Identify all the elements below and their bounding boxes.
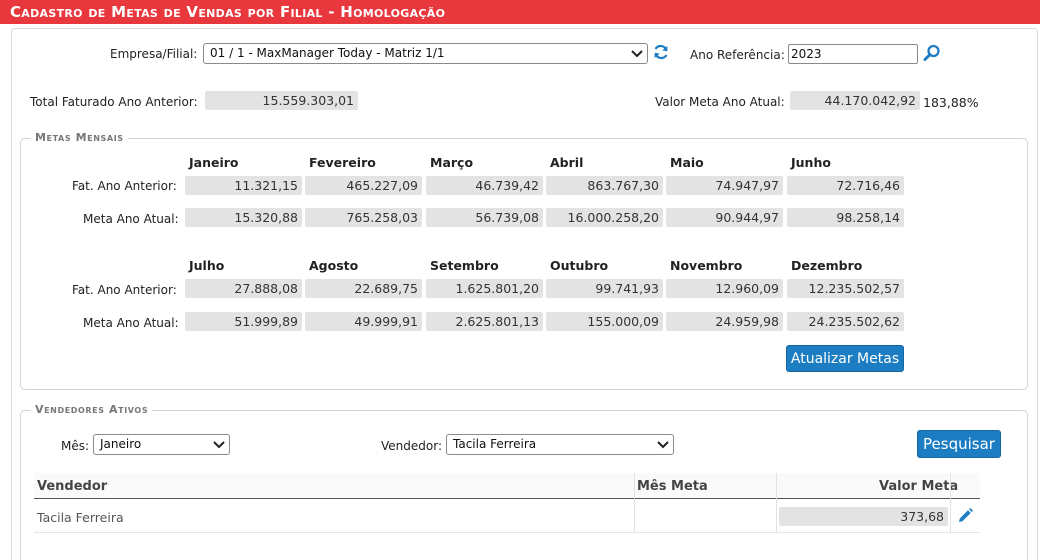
column-header-vendedor[interactable]: Vendedor [37, 479, 107, 494]
total-faturado-label: Total Faturado Ano Anterior: [30, 95, 198, 109]
month-header: Fevereiro [309, 155, 376, 170]
meta-ano-atual-value: 56.739,08 [426, 208, 543, 227]
meta-ano-atual-value: 90.944,97 [666, 208, 783, 227]
month-header: Agosto [309, 258, 359, 273]
meta-ano-atual-value: 15.320,88 [185, 208, 302, 227]
meta-ano-atual-value: 155.000,09 [546, 312, 663, 331]
ano-label: Ano Referência: [690, 48, 785, 62]
meta-ano-atual-value: 49.999,91 [305, 312, 422, 331]
meta-ano-atual-value: 765.258,03 [305, 208, 422, 227]
month-header: Novembro [670, 258, 743, 273]
meta-ano-atual-value: 24.959,98 [666, 312, 783, 331]
fat-ano-anterior-value: 1.625.801,20 [426, 279, 543, 298]
month-header: Outubro [550, 258, 609, 273]
month-header: Setembro [430, 258, 499, 273]
meta-ano-atual-value: 98.258,14 [787, 208, 904, 227]
vendedor-select[interactable]: Tacila Ferreira [446, 434, 674, 455]
fat-ano-anterior-value: 74.947,97 [666, 176, 783, 195]
chevron-down-icon [657, 441, 669, 449]
fat-ano-anterior-value: 99.741,93 [546, 279, 663, 298]
fat-ano-anterior-value: 46.739,42 [426, 176, 543, 195]
mes-select-value: Janeiro [100, 437, 142, 451]
table-header [34, 473, 980, 498]
pencil-icon[interactable] [956, 507, 974, 525]
vendedor-select-value: Tacila Ferreira [453, 437, 537, 451]
month-header: Dezembro [791, 258, 863, 273]
empresa-select[interactable]: 01 / 1 - MaxManager Today - Matriz 1/1 [203, 43, 648, 64]
meta-ano-atual-label: Meta Ano Atual: [83, 316, 179, 330]
ano-input[interactable]: 2023 [788, 44, 918, 64]
column-header-valor-meta[interactable]: Valor Meta [879, 479, 958, 494]
table-row-divider [34, 532, 980, 533]
fat-ano-anterior-value: 863.767,30 [546, 176, 663, 195]
atualizar-metas-button[interactable]: Atualizar Metas [786, 345, 904, 372]
meta-ano-atual-value: 51.999,89 [185, 312, 302, 331]
month-header: Abril [550, 155, 584, 170]
mes-select[interactable]: Janeiro [93, 434, 230, 455]
fat-ano-anterior-value: 22.689,75 [305, 279, 422, 298]
valor-meta-value: 44.170.042,92 [790, 91, 920, 110]
fat-ano-anterior-label: Fat. Ano Anterior: [72, 283, 177, 297]
meta-ano-atual-value: 2.625.801,13 [426, 312, 543, 331]
fat-ano-anterior-value: 11.321,15 [185, 176, 302, 195]
valor-meta-label: Valor Meta Ano Atual: [655, 95, 785, 109]
vendedor-label: Vendedor: [381, 439, 442, 453]
valor-meta-percent: 183,88% [923, 95, 979, 110]
fat-ano-anterior-value: 12.235.502,57 [787, 279, 904, 298]
month-header: Março [430, 155, 474, 170]
chevron-down-icon [213, 441, 225, 449]
row-vendedor: Tacila Ferreira [37, 510, 124, 525]
meta-ano-atual-value: 16.000.258,20 [546, 208, 663, 227]
column-header-mes-meta[interactable]: Mês Meta [637, 479, 708, 494]
empresa-select-value: 01 / 1 - MaxManager Today - Matriz 1/1 [210, 46, 445, 60]
page-title: Cadastro de Metas de Vendas por Filial -… [0, 0, 1040, 24]
mes-label: Mês: [61, 439, 90, 453]
meta-ano-atual-value: 24.235.502,62 [787, 312, 904, 331]
month-header: Junho [791, 155, 831, 170]
row-valor-meta: 373,68 [779, 507, 948, 526]
pesquisar-button[interactable]: Pesquisar [917, 430, 1001, 458]
fat-ano-anterior-value: 465.227,09 [305, 176, 422, 195]
month-header: Janeiro [189, 155, 239, 170]
search-icon[interactable] [923, 44, 941, 62]
fat-ano-anterior-value: 27.888,08 [185, 279, 302, 298]
table-row[interactable]: Tacila Ferreira 373,68 [34, 499, 980, 532]
metas-mensais-legend: Metas Mensais [31, 131, 128, 144]
vendedores-legend: Vendedores Ativos [31, 403, 153, 416]
fat-ano-anterior-value: 72.716,46 [787, 176, 904, 195]
empresa-label: Empresa/Filial: [110, 47, 198, 61]
fat-ano-anterior-label: Fat. Ano Anterior: [72, 179, 177, 193]
fat-ano-anterior-value: 12.960,09 [666, 279, 783, 298]
refresh-icon[interactable] [652, 43, 670, 61]
total-faturado-value: 15.559.303,01 [205, 91, 358, 110]
chevron-down-icon [631, 50, 643, 58]
month-header: Maio [670, 155, 704, 170]
month-header: Julho [189, 258, 225, 273]
meta-ano-atual-label: Meta Ano Atual: [83, 212, 179, 226]
